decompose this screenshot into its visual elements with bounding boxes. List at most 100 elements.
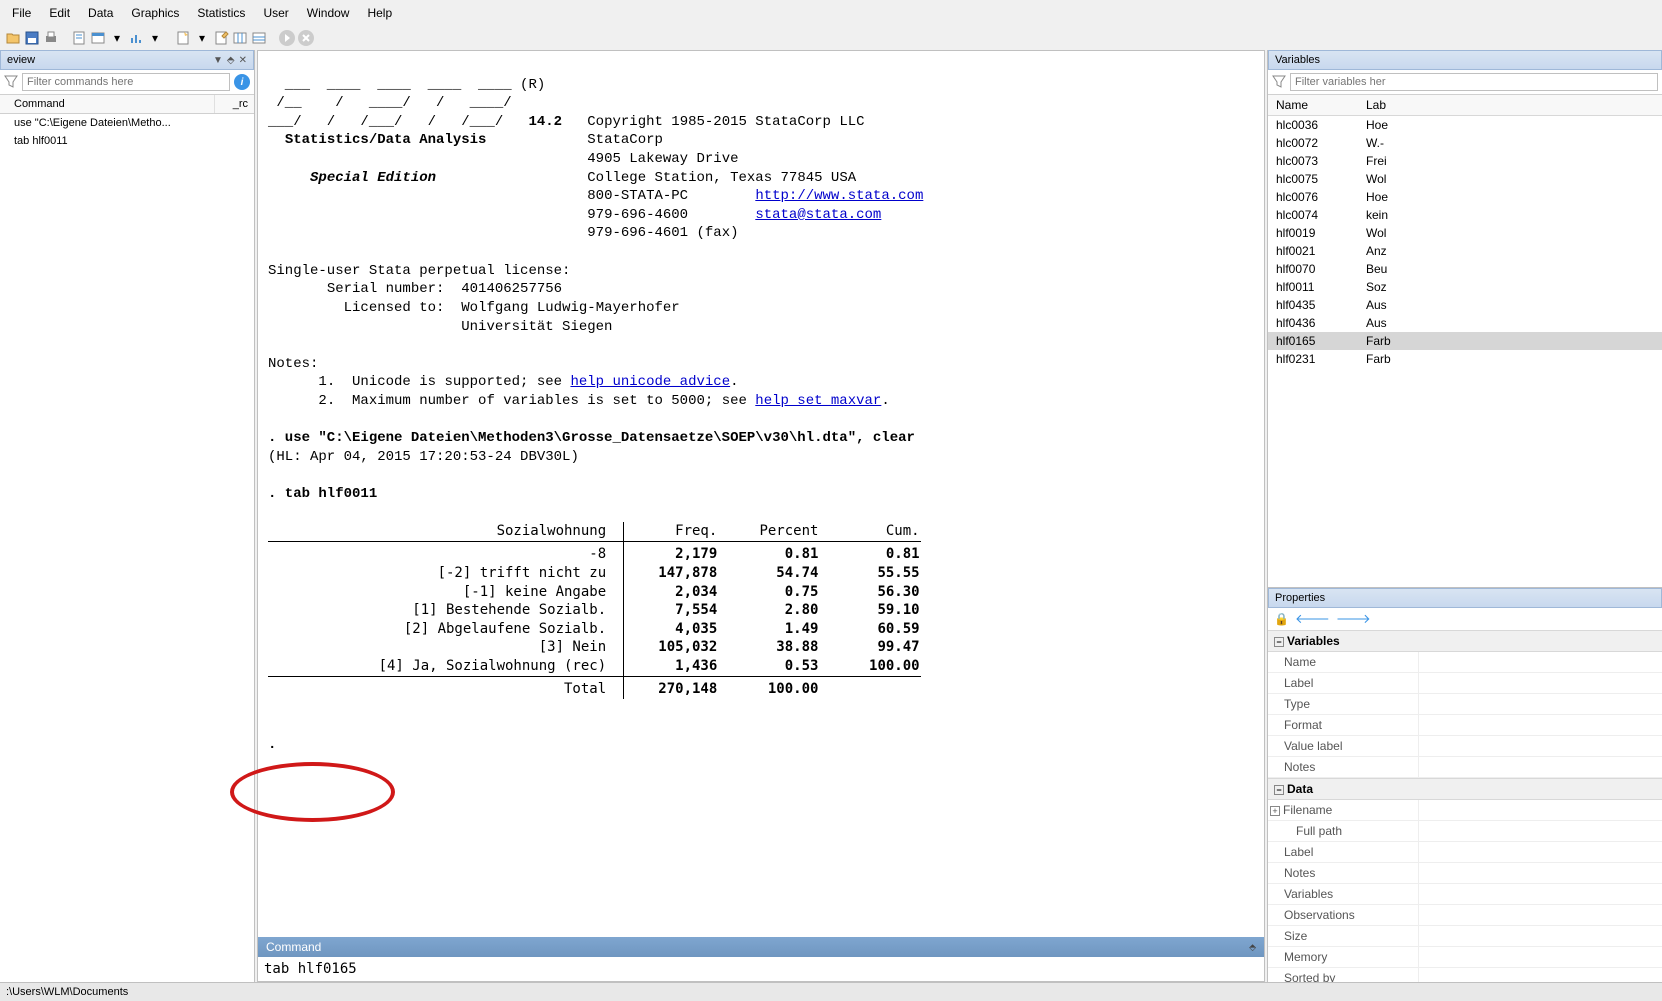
props-item[interactable]: Sorted by: [1268, 968, 1662, 982]
info-icon[interactable]: i: [234, 74, 250, 90]
pin-icon[interactable]: ⬘: [1249, 942, 1256, 953]
pin-icon[interactable]: ⬘: [227, 55, 235, 66]
col-name[interactable]: Name: [1268, 95, 1358, 115]
props-item[interactable]: Memory: [1268, 947, 1662, 968]
variable-row[interactable]: hlf0436Aus: [1268, 314, 1662, 332]
lock-icon[interactable]: 🔒: [1274, 612, 1289, 626]
props-item[interactable]: Notes: [1268, 863, 1662, 884]
review-row[interactable]: use "C:\Eigene Dateien\Metho...: [0, 114, 254, 132]
variable-row[interactable]: hlc0036Hoe: [1268, 116, 1662, 134]
command-title: Command: [266, 940, 321, 954]
review-header: eview ▼ ⬘ ✕: [0, 50, 254, 70]
props-item[interactable]: +Filename: [1268, 800, 1662, 821]
menu-window[interactable]: Window: [299, 2, 358, 24]
properties-title: Properties: [1275, 592, 1325, 604]
menu-edit[interactable]: Edit: [41, 2, 78, 24]
prev-icon[interactable]: 🡐: [1295, 611, 1330, 627]
menu-file[interactable]: File: [4, 2, 39, 24]
filter-toggle-icon[interactable]: ▼: [213, 55, 223, 66]
command-header: Command ⬘: [258, 937, 1264, 957]
continue-icon[interactable]: [278, 29, 296, 47]
viewer-icon[interactable]: [89, 29, 107, 47]
break-icon[interactable]: [297, 29, 315, 47]
data-browser-icon[interactable]: [250, 29, 268, 47]
results-window[interactable]: ___ ____ ____ ____ ____ (R) /__ / ____/ …: [258, 51, 1264, 937]
menu-data[interactable]: Data: [80, 2, 121, 24]
properties-toolbar: 🔒 🡐 🡒: [1268, 608, 1662, 630]
props-group-variables[interactable]: −Variables: [1268, 630, 1662, 652]
dropdown-icon[interactable]: ▾: [146, 29, 164, 47]
dofile-new-icon[interactable]: [174, 29, 192, 47]
save-icon[interactable]: [23, 29, 41, 47]
props-item[interactable]: Value label: [1268, 736, 1662, 757]
variable-row[interactable]: hlf0011Soz: [1268, 278, 1662, 296]
variable-row[interactable]: hlc0073Frei: [1268, 152, 1662, 170]
props-item[interactable]: Variables: [1268, 884, 1662, 905]
variable-row[interactable]: hlf0021Anz: [1268, 242, 1662, 260]
graph-icon[interactable]: [127, 29, 145, 47]
statusbar-path: :\Users\WLM\Documents: [6, 986, 128, 998]
props-item[interactable]: Format: [1268, 715, 1662, 736]
variable-row[interactable]: hlf0070Beu: [1268, 260, 1662, 278]
variables-list: hlc0036Hoehlc0072W.-hlc0073Freihlc0075Wo…: [1268, 116, 1662, 587]
tabulation-table: Sozialwohnung Freq. Percent Cum. -8 2,17…: [268, 522, 921, 698]
funnel-icon[interactable]: [4, 75, 18, 89]
variables-columns: Name Lab: [1268, 95, 1662, 116]
props-item[interactable]: Label: [1268, 842, 1662, 863]
data-editor-icon[interactable]: [231, 29, 249, 47]
center-pane: ___ ____ ____ ____ ____ (R) /__ / ____/ …: [257, 50, 1265, 982]
col-label[interactable]: Lab: [1358, 95, 1662, 115]
col-rc[interactable]: _rc: [214, 95, 254, 113]
print-icon[interactable]: [42, 29, 60, 47]
variable-row[interactable]: hlc0076Hoe: [1268, 188, 1662, 206]
variable-row[interactable]: hlf0019Wol: [1268, 224, 1662, 242]
dofile-edit-icon[interactable]: [212, 29, 230, 47]
statusbar: :\Users\WLM\Documents: [0, 982, 1662, 1001]
review-pane: eview ▼ ⬘ ✕ i Command _rc use "C:\Eigene…: [0, 50, 255, 982]
props-item[interactable]: Type: [1268, 694, 1662, 715]
variables-filter-input[interactable]: [1290, 73, 1658, 91]
variable-row[interactable]: hlc0074kein: [1268, 206, 1662, 224]
review-filter-input[interactable]: [22, 73, 230, 91]
right-pane: Variables Name Lab hlc0036Hoehlc0072W.-h…: [1267, 50, 1662, 982]
menu-help[interactable]: Help: [359, 2, 400, 24]
variables-filter: [1268, 70, 1662, 95]
menu-statistics[interactable]: Statistics: [189, 2, 253, 24]
properties-pane: Properties 🔒 🡐 🡒 −VariablesNameLabelType…: [1268, 587, 1662, 982]
properties-body: −VariablesNameLabelTypeFormatValue label…: [1268, 630, 1662, 982]
props-group-data[interactable]: −Data: [1268, 778, 1662, 800]
props-item[interactable]: Name: [1268, 652, 1662, 673]
properties-header: Properties: [1268, 588, 1662, 608]
props-item[interactable]: Size: [1268, 926, 1662, 947]
menu-graphics[interactable]: Graphics: [123, 2, 187, 24]
main-area: eview ▼ ⬘ ✕ i Command _rc use "C:\Eigene…: [0, 50, 1662, 982]
props-item[interactable]: Notes: [1268, 757, 1662, 778]
review-filter: i: [0, 70, 254, 95]
review-list: use "C:\Eigene Dateien\Metho...tab hlf00…: [0, 114, 254, 150]
log-icon[interactable]: [70, 29, 88, 47]
review-columns: Command _rc: [0, 95, 254, 114]
open-icon[interactable]: [4, 29, 22, 47]
props-item[interactable]: Observations: [1268, 905, 1662, 926]
col-command[interactable]: Command: [0, 95, 214, 113]
command-input[interactable]: [258, 957, 1264, 981]
variables-title: Variables: [1275, 54, 1320, 66]
variable-row[interactable]: hlc0072W.-: [1268, 134, 1662, 152]
review-row[interactable]: tab hlf0011: [0, 132, 254, 150]
props-item[interactable]: Label: [1268, 673, 1662, 694]
dropdown-icon[interactable]: ▾: [193, 29, 211, 47]
variable-row[interactable]: hlf0435Aus: [1268, 296, 1662, 314]
next-icon[interactable]: 🡒: [1336, 611, 1371, 627]
toolbar: ▾ ▾ ▾: [0, 26, 1662, 50]
variable-row[interactable]: hlf0231Farb: [1268, 350, 1662, 368]
review-title: eview: [7, 54, 35, 66]
variables-header: Variables: [1268, 50, 1662, 70]
menubar: FileEditDataGraphicsStatisticsUserWindow…: [0, 0, 1662, 26]
close-icon[interactable]: ✕: [239, 55, 247, 66]
menu-user[interactable]: User: [255, 2, 296, 24]
dropdown-icon[interactable]: ▾: [108, 29, 126, 47]
props-item[interactable]: Full path: [1268, 821, 1662, 842]
variable-row[interactable]: hlf0165Farb: [1268, 332, 1662, 350]
funnel-icon[interactable]: [1272, 75, 1286, 89]
variable-row[interactable]: hlc0075Wol: [1268, 170, 1662, 188]
